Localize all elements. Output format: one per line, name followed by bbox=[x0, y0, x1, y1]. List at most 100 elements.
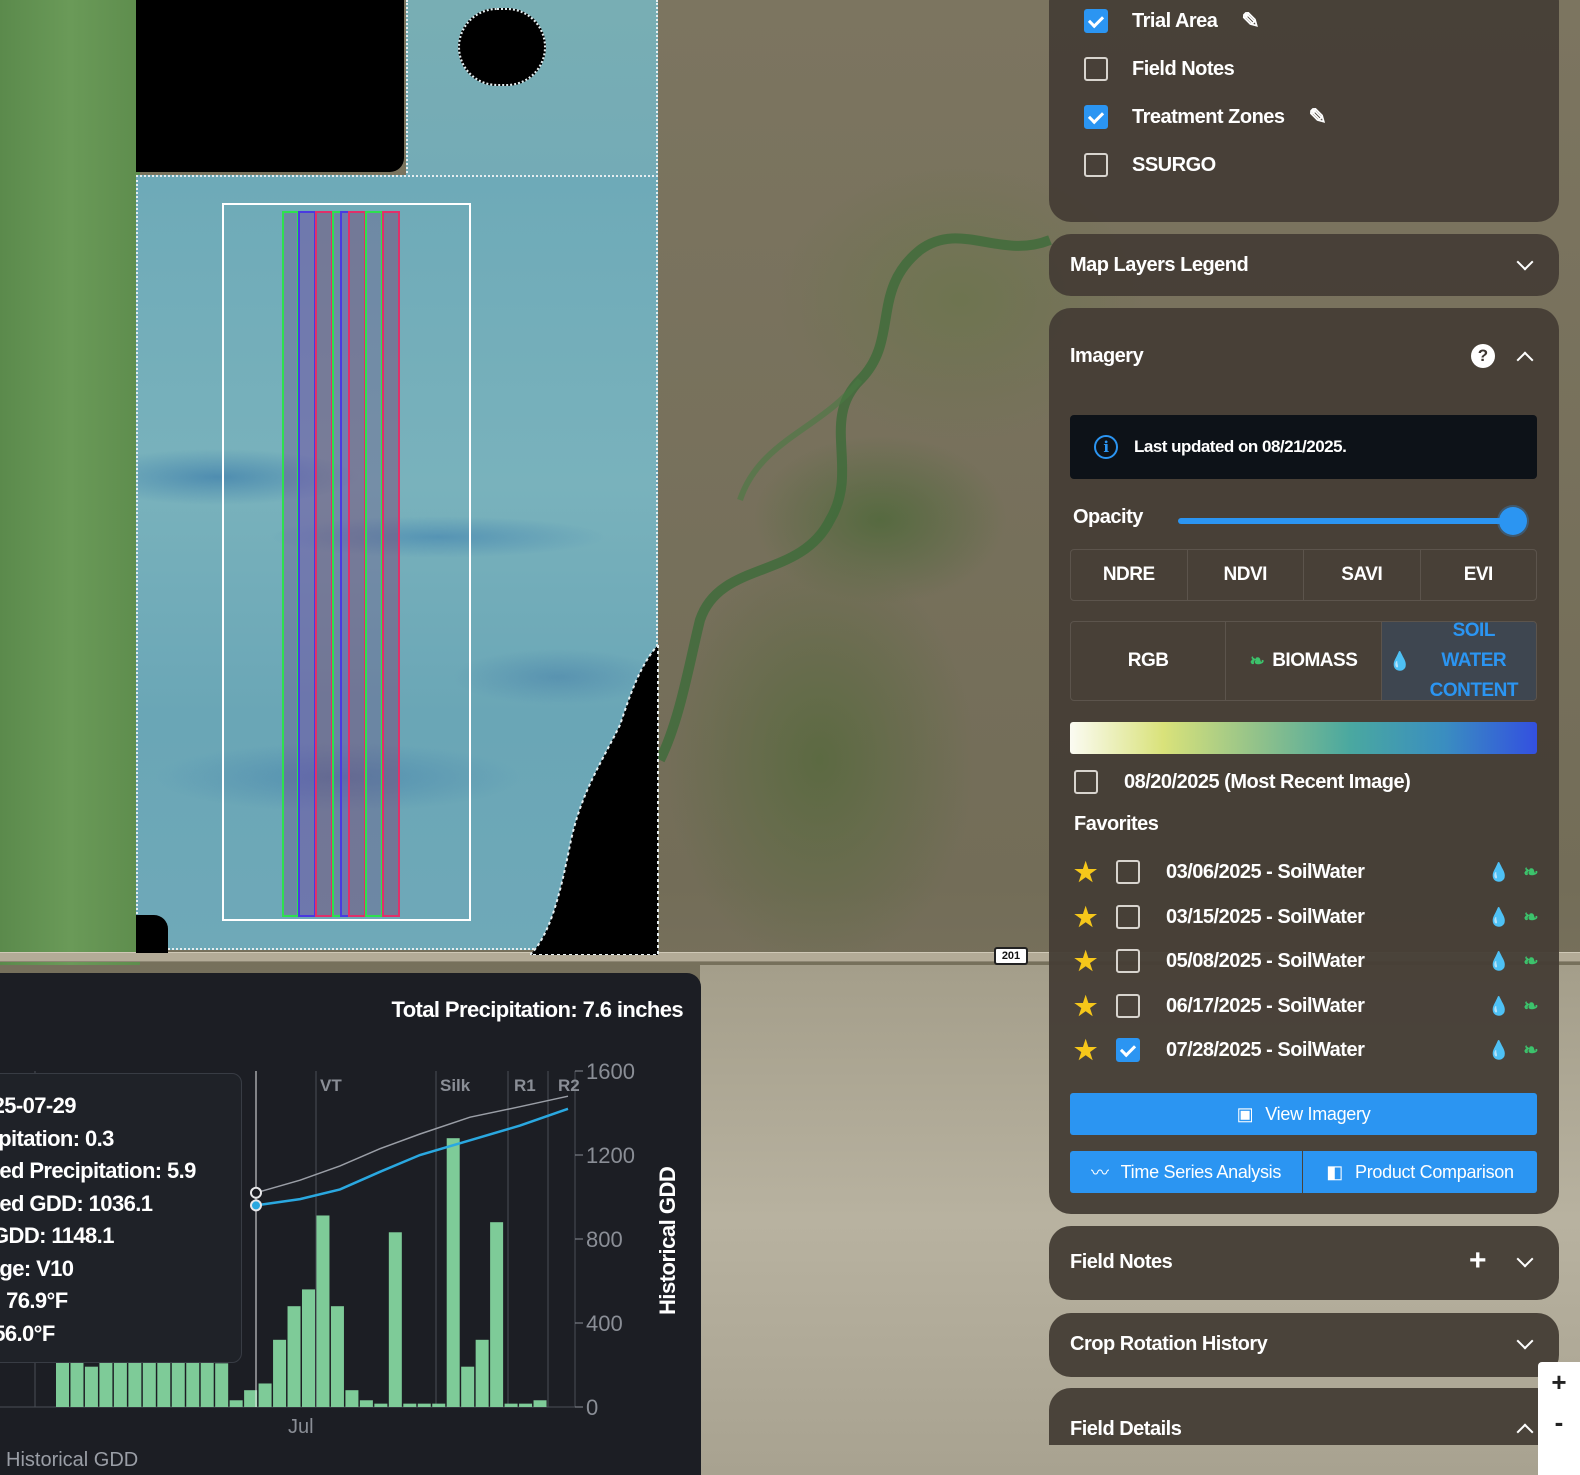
add-icon[interactable]: + bbox=[1469, 1244, 1487, 1278]
favorite-checkbox[interactable] bbox=[1116, 994, 1140, 1018]
trial-area-checkbox[interactable] bbox=[1084, 9, 1108, 33]
favorite-row[interactable]: ★ 03/06/2025 - SoilWater 💧 ❧ bbox=[1074, 857, 1544, 887]
precip-bar bbox=[475, 1339, 489, 1407]
no-data-area bbox=[136, 0, 404, 172]
leaf-icon: ❧ bbox=[1523, 861, 1538, 882]
favorite-checkbox[interactable] bbox=[1116, 860, 1140, 884]
precip-bar bbox=[215, 1363, 229, 1407]
layer-row-ssurgo[interactable]: SSURGO bbox=[1084, 150, 1216, 180]
treatment-zone[interactable] bbox=[382, 211, 400, 917]
stage-label: VT bbox=[320, 1076, 342, 1095]
star-icon[interactable]: ★ bbox=[1074, 857, 1116, 888]
layer-label: Trial Area bbox=[1132, 9, 1218, 32]
index-ndre-button[interactable]: NDRE bbox=[1071, 550, 1188, 600]
y-tick-label: 0 bbox=[586, 1395, 598, 1420]
card-title: Imagery bbox=[1070, 345, 1144, 367]
chevron-down-icon[interactable] bbox=[1516, 1332, 1534, 1350]
layer-row-treatment-zones[interactable]: Treatment Zones ✎ bbox=[1084, 102, 1327, 132]
most-recent-checkbox[interactable] bbox=[1074, 770, 1098, 794]
most-recent-image-row[interactable]: 08/20/2025 (Most Recent Image) bbox=[1074, 770, 1411, 794]
index-selector: NDRE NDVI SAVI EVI bbox=[1070, 549, 1537, 601]
product-label: RGB bbox=[1127, 650, 1169, 671]
zoom-control: + - bbox=[1538, 1362, 1580, 1475]
zoom-out-button[interactable]: - bbox=[1538, 1402, 1580, 1442]
map-layers-legend-card[interactable]: Map Layers Legend bbox=[1049, 234, 1559, 296]
card-title: Field Details bbox=[1070, 1418, 1182, 1440]
favorite-row[interactable]: ★ 06/17/2025 - SoilWater 💧 ❧ bbox=[1074, 991, 1544, 1021]
star-icon[interactable]: ★ bbox=[1074, 991, 1116, 1022]
tooltip-line: cipitation: 0.3 bbox=[0, 1125, 114, 1151]
pencil-icon[interactable]: ✎ bbox=[1241, 8, 1259, 34]
favorite-row[interactable]: ★ 03/15/2025 - SoilWater 💧 ❧ bbox=[1074, 902, 1544, 932]
layer-row-trial-area[interactable]: Trial Area ✎ bbox=[1084, 6, 1260, 36]
favorite-row[interactable]: ★ 05/08/2025 - SoilWater 💧 ❧ bbox=[1074, 946, 1544, 976]
index-ndvi-button[interactable]: NDVI bbox=[1188, 550, 1304, 600]
card-title: Field Notes bbox=[1070, 1251, 1173, 1273]
pencil-icon[interactable]: ✎ bbox=[1309, 104, 1327, 130]
opacity-slider-thumb[interactable] bbox=[1499, 507, 1527, 535]
accumulated-gdd-line bbox=[255, 1107, 569, 1207]
time-series-button[interactable]: 〰 Time Series Analysis bbox=[1070, 1151, 1302, 1193]
tooltip-line: 025-07-29 bbox=[0, 1093, 77, 1118]
stage-label: R2 bbox=[558, 1076, 580, 1095]
leaf-icon: ❧ bbox=[1523, 906, 1538, 927]
precip-bar bbox=[432, 1403, 446, 1407]
precip-bar bbox=[403, 1403, 417, 1407]
no-data-area bbox=[530, 645, 659, 955]
treatment-zone[interactable] bbox=[282, 211, 299, 917]
view-imagery-button[interactable]: ▣ View Imagery bbox=[1070, 1093, 1537, 1135]
precip-bar bbox=[345, 1390, 359, 1407]
precip-bar bbox=[417, 1403, 431, 1407]
product-soil-water-button[interactable]: 💧 SOIL WATER CONTENT bbox=[1381, 622, 1536, 700]
y-tick-label: 400 bbox=[586, 1311, 623, 1336]
favorite-row[interactable]: ★ 07/28/2025 - SoilWater 💧 ❧ bbox=[1074, 1035, 1544, 1065]
precip-bar bbox=[229, 1400, 243, 1407]
favorite-checkbox[interactable] bbox=[1116, 949, 1140, 973]
chevron-down-icon[interactable] bbox=[1516, 253, 1534, 271]
index-savi-button[interactable]: SAVI bbox=[1304, 550, 1421, 600]
ssurgo-checkbox[interactable] bbox=[1084, 153, 1108, 177]
field-details-card[interactable]: Field Details bbox=[1049, 1388, 1559, 1445]
precip-bar bbox=[388, 1232, 402, 1407]
y-axis-title: Historical GDD bbox=[655, 1166, 680, 1315]
treatment-zones-checkbox[interactable] bbox=[1084, 105, 1108, 129]
precip-bar bbox=[84, 1366, 98, 1407]
favorite-checkbox[interactable] bbox=[1116, 905, 1140, 929]
treatment-zone[interactable] bbox=[315, 211, 333, 917]
tooltip-line: l GDD: 1148.1 bbox=[0, 1223, 114, 1248]
product-comparison-button[interactable]: ◧ Product Comparison bbox=[1303, 1151, 1537, 1193]
right-panel: Trial Area ✎ Field Notes Treatment Zones… bbox=[1049, 0, 1559, 1445]
star-icon[interactable]: ★ bbox=[1074, 1035, 1116, 1066]
opacity-slider-track[interactable] bbox=[1178, 518, 1514, 524]
chevron-down-icon[interactable] bbox=[1516, 1250, 1534, 1268]
treatment-zone[interactable] bbox=[298, 211, 316, 917]
product-rgb-button[interactable]: RGB bbox=[1071, 622, 1227, 700]
favorite-label: 05/08/2025 - SoilWater bbox=[1166, 949, 1365, 972]
field-notes-card[interactable]: Field Notes + bbox=[1049, 1226, 1559, 1300]
favorite-label: 03/15/2025 - SoilWater bbox=[1166, 905, 1365, 928]
index-evi-button[interactable]: EVI bbox=[1421, 550, 1537, 600]
star-icon[interactable]: ★ bbox=[1074, 946, 1116, 977]
zoom-in-button[interactable]: + bbox=[1538, 1362, 1580, 1402]
water-drop-icon: 💧 bbox=[1487, 950, 1510, 971]
precip-bar bbox=[273, 1339, 287, 1407]
tooltip-line: tage: V10 bbox=[0, 1255, 74, 1281]
favorite-checkbox[interactable] bbox=[1116, 1038, 1140, 1062]
product-biomass-button[interactable]: ❧ BIOMASS bbox=[1226, 622, 1382, 700]
treatment-zone[interactable] bbox=[365, 211, 383, 917]
field-notes-checkbox[interactable] bbox=[1084, 57, 1108, 81]
water-drop-icon: 💧 bbox=[1487, 1039, 1510, 1060]
chevron-up-icon[interactable] bbox=[1516, 1423, 1534, 1441]
crop-rotation-card[interactable]: Crop Rotation History bbox=[1049, 1313, 1559, 1377]
precip-bar bbox=[446, 1138, 460, 1407]
leaf-icon: ❧ bbox=[1523, 1039, 1538, 1060]
star-icon[interactable]: ★ bbox=[1074, 902, 1116, 933]
layer-row-field-notes[interactable]: Field Notes bbox=[1084, 54, 1235, 84]
precip-bar bbox=[461, 1366, 475, 1407]
chevron-up-icon[interactable] bbox=[1516, 351, 1534, 369]
treatment-zone[interactable] bbox=[348, 211, 366, 917]
most-recent-label: 08/20/2025 (Most Recent Image) bbox=[1124, 770, 1411, 793]
help-icon[interactable]: ? bbox=[1471, 344, 1495, 368]
trend-icon: 〰 bbox=[1090, 1163, 1109, 1183]
layer-label: Treatment Zones bbox=[1132, 105, 1285, 128]
